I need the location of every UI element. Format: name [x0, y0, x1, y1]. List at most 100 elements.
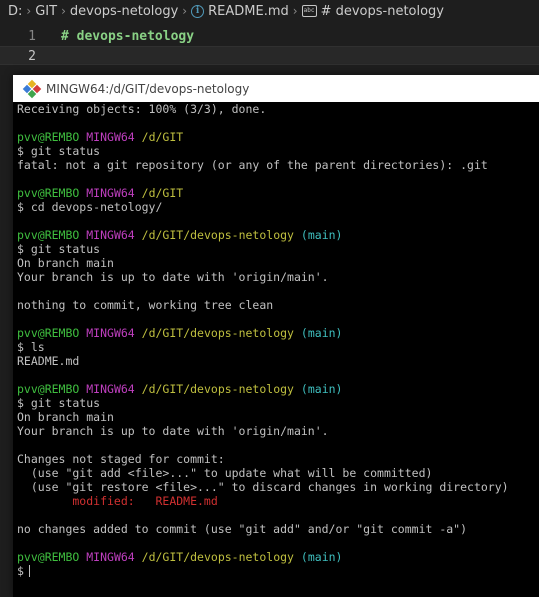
terminal-line: pvv@REMBO MINGW64 /d/GIT: [17, 186, 539, 200]
terminal-text: pvv@REMBO: [17, 550, 80, 564]
terminal-line: $ git status: [17, 144, 539, 158]
terminal-line: On branch main: [17, 410, 539, 424]
terminal-text: $ git status: [17, 144, 101, 158]
chevron-right-icon: ›: [61, 4, 66, 18]
terminal-text: (main): [300, 382, 343, 396]
terminal-line: pvv@REMBO MINGW64 /d/GIT/devops-netology…: [17, 228, 539, 242]
terminal-text: README.md: [17, 354, 80, 368]
terminal-text: MINGW64: [86, 382, 135, 396]
terminal-text: $: [17, 564, 24, 578]
terminal-text: (main): [300, 326, 343, 340]
terminal-text: $ git status: [17, 396, 101, 410]
line-number: 1: [28, 29, 36, 44]
terminal-line: $ git status: [17, 242, 539, 256]
terminal-text: fatal: not a git repository (or any of t…: [17, 158, 488, 172]
terminal-line: On branch main: [17, 256, 539, 270]
terminal-text: pvv@REMBO: [17, 382, 80, 396]
terminal-line: nothing to commit, working tree clean: [17, 298, 539, 312]
terminal-line: $ git status: [17, 396, 539, 410]
line-number: 2: [28, 49, 36, 64]
terminal-text: On branch main: [17, 256, 114, 270]
terminal-text: /d/GIT: [141, 130, 184, 144]
git-mingw-icon: [22, 79, 42, 98]
terminal-text: MINGW64: [86, 550, 135, 564]
terminal-titlebar[interactable]: MINGW64:/d/GIT/devops-netology: [13, 75, 539, 102]
terminal-text: Your branch is up to date with 'origin/m…: [17, 270, 329, 284]
symbol-string-icon: abc: [301, 5, 317, 17]
terminal-line: README.md: [17, 354, 539, 368]
terminal-text: /d/GIT/devops-netology: [141, 326, 294, 340]
terminal-text: $ git status: [17, 242, 101, 256]
breadcrumb-drive[interactable]: D:: [8, 4, 22, 19]
terminal-line: fatal: not a git repository (or any of t…: [17, 158, 539, 172]
terminal-output[interactable]: Receiving objects: 100% (3/3), done. pvv@…: [17, 102, 539, 597]
terminal-line: Changes not staged for commit:: [17, 452, 539, 466]
breadcrumb-file[interactable]: README.md: [208, 4, 289, 19]
terminal-text: MINGW64: [86, 130, 135, 144]
terminal-line: $: [17, 564, 539, 578]
terminal-line: (use "git restore <file>..." to discard …: [17, 480, 539, 494]
terminal-line: modified: README.md: [17, 494, 539, 508]
editor-line-1[interactable]: 1 # devops-netology: [0, 27, 539, 46]
breadcrumb: D: › GIT › devops-netology › i README.md…: [0, 0, 539, 22]
chevron-right-icon: ›: [182, 4, 188, 18]
terminal-text: On branch main: [17, 410, 114, 424]
terminal-line: Your branch is up to date with 'origin/m…: [17, 424, 539, 438]
editor-line-text: # devops-netology: [61, 29, 195, 44]
terminal-text: $ cd devops-netology/: [17, 200, 163, 214]
terminal-text: /d/GIT/devops-netology: [141, 382, 294, 396]
editor-line-2[interactable]: 2: [0, 46, 539, 65]
terminal-line: $ ls: [17, 340, 539, 354]
terminal-text: pvv@REMBO: [17, 130, 80, 144]
info-icon: i: [191, 4, 205, 18]
breadcrumb-symbol[interactable]: # devops-netology: [321, 4, 444, 19]
terminal-line: $ cd devops-netology/: [17, 200, 539, 214]
terminal-title: MINGW64:/d/GIT/devops-netology: [46, 81, 250, 96]
terminal-text: $ ls: [17, 340, 45, 354]
terminal-text: /d/GIT: [141, 186, 184, 200]
terminal-text: (main): [300, 550, 343, 564]
terminal-text: (use "git add <file>..." to update what …: [17, 466, 433, 480]
terminal-line: pvv@REMBO MINGW64 /d/GIT/devops-netology…: [17, 326, 539, 340]
terminal-text: (main): [300, 228, 343, 242]
chevron-right-icon: ›: [26, 4, 32, 18]
terminal-window[interactable]: MINGW64:/d/GIT/devops-netology Receiving…: [13, 75, 539, 597]
breadcrumb-folder-repo[interactable]: devops-netology: [70, 4, 178, 19]
terminal-line: Receiving objects: 100% (3/3), done.: [17, 102, 539, 116]
terminal-text: pvv@REMBO: [17, 228, 80, 242]
terminal-text: MINGW64: [86, 228, 135, 242]
terminal-text: nothing to commit, working tree clean: [17, 298, 274, 312]
terminal-line: pvv@REMBO MINGW64 /d/GIT: [17, 130, 539, 144]
terminal-line: pvv@REMBO MINGW64 /d/GIT/devops-netology…: [17, 550, 539, 564]
terminal-text: no changes added to commit (use "git add…: [17, 522, 468, 536]
terminal-line: pvv@REMBO MINGW64 /d/GIT/devops-netology…: [17, 382, 539, 396]
terminal-line: (use "git add <file>..." to update what …: [17, 466, 539, 480]
terminal-text: MINGW64: [86, 186, 135, 200]
terminal-line: Your branch is up to date with 'origin/m…: [17, 270, 539, 284]
terminal-text: /d/GIT/devops-netology: [141, 228, 294, 242]
terminal-text: Your branch is up to date with 'origin/m…: [17, 424, 329, 438]
terminal-text: pvv@REMBO: [17, 326, 80, 340]
breadcrumb-folder-git[interactable]: GIT: [35, 4, 57, 19]
terminal-text: Changes not staged for commit:: [17, 452, 225, 466]
terminal-text: Receiving objects: 100% (3/3), done.: [17, 102, 267, 116]
terminal-text: MINGW64: [86, 326, 135, 340]
text-cursor: [28, 565, 30, 577]
